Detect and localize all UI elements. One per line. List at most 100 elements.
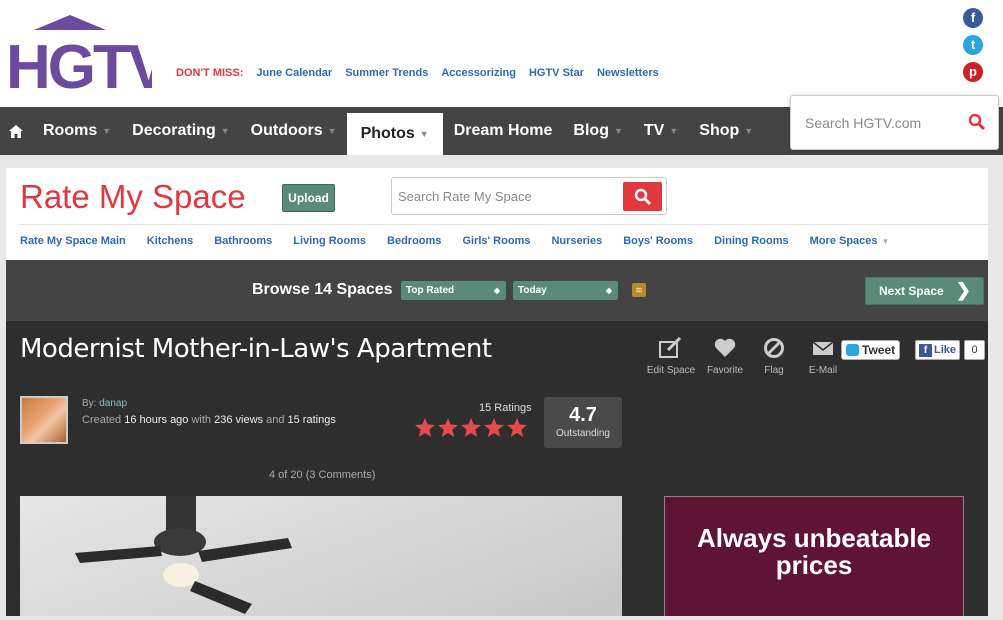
created-prefix: Created <box>82 414 122 426</box>
favorite-label: Favorite <box>706 365 744 376</box>
svg-text:HGTV: HGTV <box>6 33 152 91</box>
link-summer-trends[interactable]: Summer Trends <box>345 67 428 79</box>
edit-space-button[interactable]: Edit Space <box>642 337 700 376</box>
dont-miss-label: DON'T MISS: <box>176 67 244 79</box>
subnav-rms-main[interactable]: Rate My Space Main <box>20 235 126 247</box>
tweet-button[interactable]: Tweet <box>841 340 900 360</box>
star-icon[interactable] <box>415 418 435 437</box>
period-select-value: Today <box>518 285 547 296</box>
space-actions: Edit Space Favorite Flag E-Mail <box>642 337 848 376</box>
rms-search-button[interactable] <box>623 182 662 211</box>
subnav-boys-rooms[interactable]: Boys' Rooms <box>623 235 693 247</box>
facebook-like-button[interactable]: f Like <box>915 340 960 360</box>
page-bottom <box>0 616 1003 620</box>
ratings-count: 15 Ratings <box>479 402 532 414</box>
dont-miss-bar: DON'T MISS: June Calendar Summer Trends … <box>176 67 659 79</box>
views-count: 236 views <box>214 414 264 426</box>
ceiling-fan-image <box>75 496 292 614</box>
star-icon[interactable] <box>438 418 458 437</box>
photo-pager: 4 of 20 (3 Comments) <box>269 469 376 481</box>
hgtv-logo[interactable]: HGTV <box>6 15 152 91</box>
subnav-nurseries[interactable]: Nurseries <box>551 235 602 247</box>
twitter-bird-icon <box>846 344 859 356</box>
avatar[interactable] <box>20 396 68 444</box>
like-count: 0 <box>964 340 985 360</box>
tweet-label: Tweet <box>862 343 896 357</box>
nav-blog[interactable]: Blog ▼ <box>562 107 632 155</box>
star-rating[interactable] <box>415 418 527 437</box>
caret-down-icon: ▼ <box>419 129 429 139</box>
next-space-label: Next Space <box>879 284 944 298</box>
nav-decorating[interactable]: Decorating ▼ <box>121 107 240 155</box>
subnav-kitchens[interactable]: Kitchens <box>147 235 193 247</box>
subnav-dining-rooms[interactable]: Dining Rooms <box>714 235 789 247</box>
nav-label: Dream Home <box>453 122 553 139</box>
caret-down-icon: ▼ <box>327 126 337 136</box>
upload-button[interactable]: Upload <box>282 184 335 212</box>
star-icon[interactable] <box>461 418 481 437</box>
nav-tv[interactable]: TV ▼ <box>633 107 688 155</box>
star-icon[interactable] <box>507 418 527 437</box>
email-button[interactable]: E-Mail <box>799 337 847 376</box>
facebook-icon[interactable]: f <box>963 8 983 28</box>
nav-outdoors[interactable]: Outdoors ▼ <box>240 107 347 155</box>
sort-select[interactable]: Top Rated ◆ <box>401 281 506 300</box>
subnav-bathrooms[interactable]: Bathrooms <box>214 235 272 247</box>
by-label: By: <box>82 398 97 409</box>
link-newsletters[interactable]: Newsletters <box>597 67 659 79</box>
site-search-input[interactable]: Search HGTV.com <box>790 95 999 150</box>
divider <box>20 224 988 225</box>
link-hgtv-star[interactable]: HGTV Star <box>529 67 584 79</box>
email-label: E-Mail <box>808 365 838 376</box>
period-select[interactable]: Today ◆ <box>513 281 618 300</box>
site-header: HGTV DON'T MISS: June Calendar Summer Tr… <box>0 0 1003 107</box>
nav-shop[interactable]: Shop ▼ <box>688 107 763 155</box>
search-icon[interactable] <box>968 113 986 131</box>
author-link[interactable]: danap <box>99 398 127 409</box>
subnav-bedrooms[interactable]: Bedrooms <box>387 235 441 247</box>
subnav-more-spaces[interactable]: More Spaces ▼ <box>810 235 890 247</box>
link-june-calendar[interactable]: June Calendar <box>256 67 332 79</box>
nav-label: Rooms <box>43 122 98 139</box>
rms-search-input[interactable]: Search Rate My Space <box>391 177 667 215</box>
link-accessorizing[interactable]: Accessorizing <box>441 67 516 79</box>
rms-title[interactable]: Rate My Space <box>20 178 246 216</box>
browse-label: Browse 14 Spaces <box>252 281 393 298</box>
star-icon[interactable] <box>484 418 504 437</box>
space-photo[interactable] <box>20 496 622 620</box>
nav-photos[interactable]: Photos ▼ <box>346 113 443 155</box>
updown-arrow-icon: ◆ <box>493 286 500 295</box>
ratings-count-inline: 15 ratings <box>287 414 336 426</box>
home-icon[interactable] <box>0 107 32 155</box>
favorite-button[interactable]: Favorite <box>701 337 749 376</box>
caret-down-icon: ▼ <box>881 237 890 246</box>
updown-arrow-icon: ◆ <box>605 286 612 295</box>
nav-rooms[interactable]: Rooms ▼ <box>32 107 121 155</box>
score-value: 4.7 <box>569 404 597 426</box>
caret-down-icon: ▼ <box>744 126 754 136</box>
facebook-icon: f <box>919 344 932 357</box>
score-label: Outstanding <box>556 428 610 439</box>
rate-my-space-header: Rate My Space Upload Search Rate My Spac… <box>6 168 988 260</box>
subnav-label: More Spaces <box>809 235 878 247</box>
subnav-girls-rooms[interactable]: Girls' Rooms <box>462 235 530 247</box>
next-space-button[interactable]: Next Space ❯ <box>865 277 984 305</box>
social-links: f t p <box>963 8 985 89</box>
search-icon <box>634 188 651 205</box>
caret-down-icon: ▼ <box>102 126 112 136</box>
rss-icon[interactable]: ≋ <box>632 283 646 297</box>
nav-label: Decorating <box>132 122 216 139</box>
author-line: By: danap <box>82 398 127 409</box>
twitter-icon[interactable]: t <box>963 35 983 55</box>
ad-banner[interactable]: Always unbeatable prices <box>664 496 964 620</box>
chevron-right-icon: ❯ <box>955 280 971 300</box>
flag-label: Flag <box>764 365 784 376</box>
flag-button[interactable]: Flag <box>750 337 798 376</box>
subnav-living-rooms[interactable]: Living Rooms <box>293 235 366 247</box>
score-badge: 4.7 Outstanding <box>544 397 622 448</box>
site-search-placeholder: Search HGTV.com <box>805 115 922 131</box>
pinterest-icon[interactable]: p <box>963 62 983 82</box>
views-prefix: with <box>191 414 212 426</box>
nav-label: Shop <box>699 122 740 139</box>
nav-dream-home[interactable]: Dream Home <box>443 107 563 155</box>
